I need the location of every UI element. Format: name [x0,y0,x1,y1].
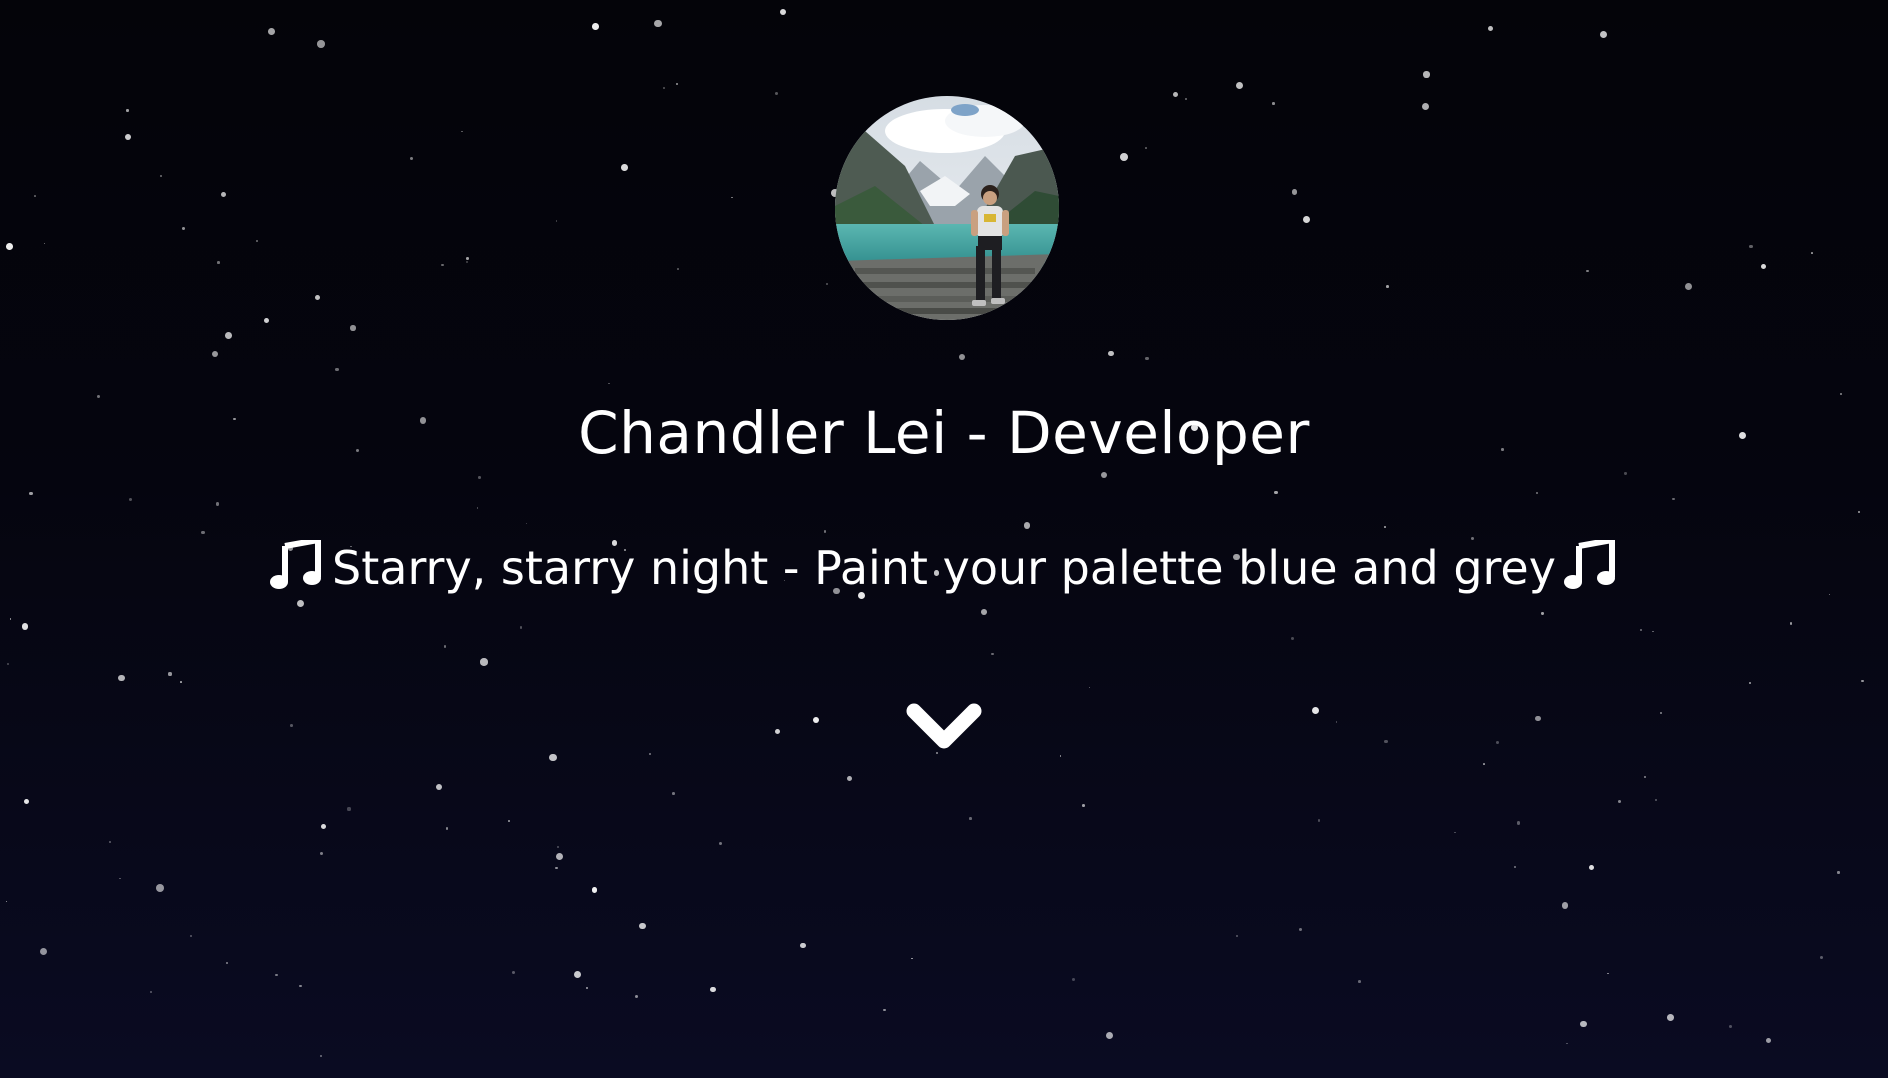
hero-section: Chandler Lei - Developer Starry, starry … [0,0,1888,1078]
music-note-icon [1563,537,1618,590]
scroll-down-button[interactable] [904,697,984,755]
chevron-down-icon [906,703,982,749]
avatar [835,96,1059,320]
avatar-photo [835,96,1059,320]
tagline-text: Starry, starry night - Paint your palett… [332,541,1556,595]
music-note-icon [270,537,324,590]
tagline: Starry, starry night - Paint your palett… [0,537,1888,598]
page-title: Chandler Lei - Developer [578,399,1310,467]
